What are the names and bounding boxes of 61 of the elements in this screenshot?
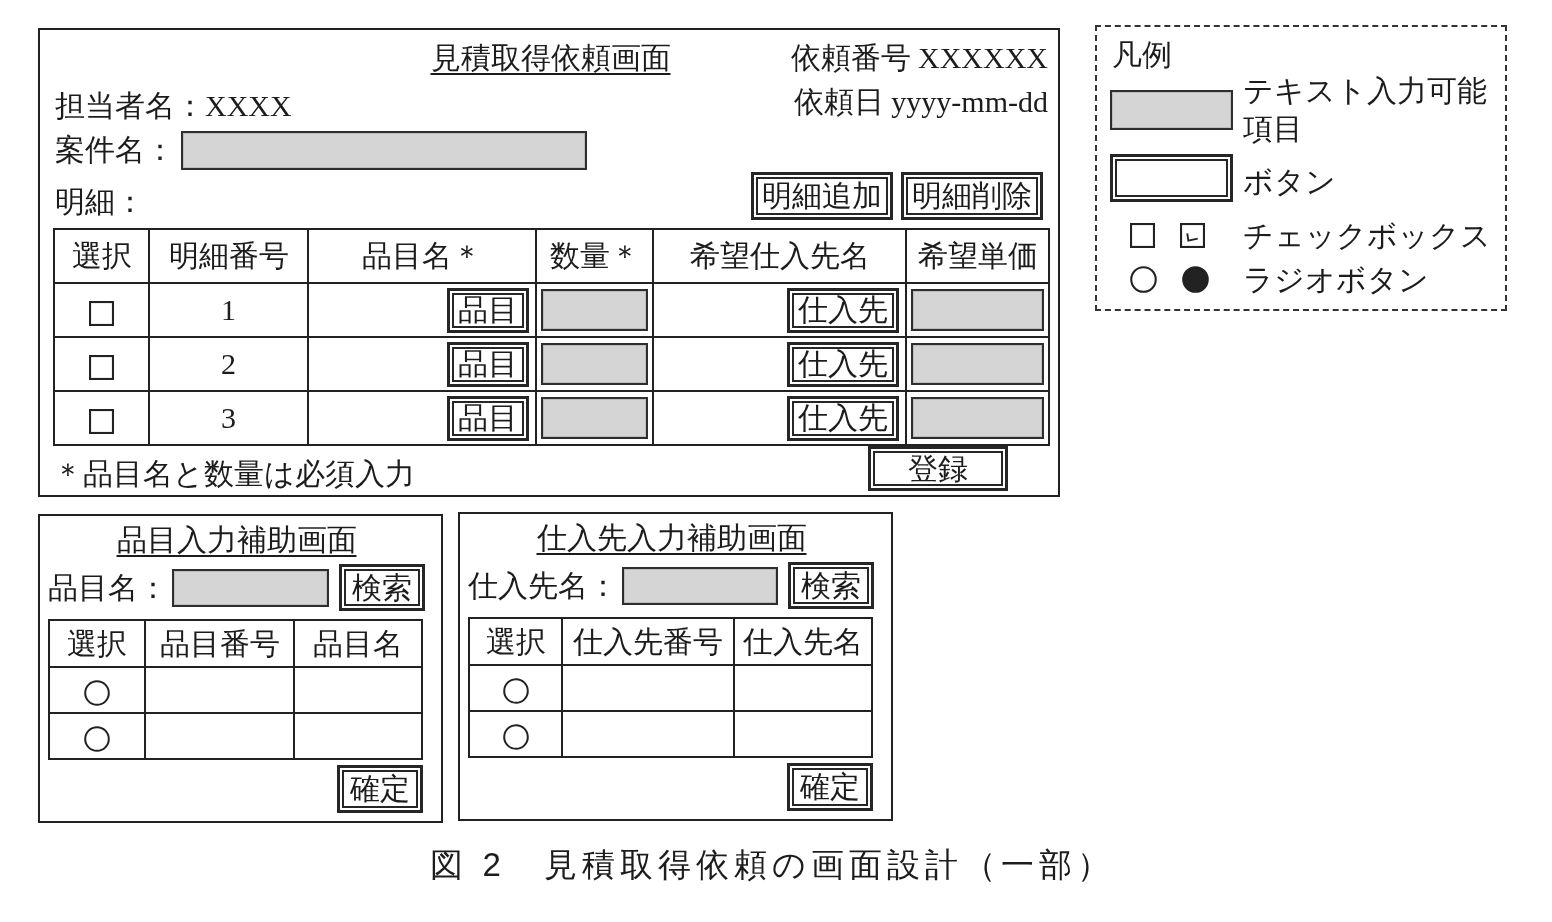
search-field[interactable] bbox=[622, 566, 778, 605]
legend-label: チェックボックス bbox=[1243, 217, 1492, 254]
column-header: 選択 bbox=[49, 620, 145, 667]
add-detail-button[interactable]: 明細追加 bbox=[751, 172, 893, 220]
lookup-button[interactable]: 品目 bbox=[447, 341, 529, 387]
lookup-button[interactable]: 仕入先 bbox=[787, 287, 899, 333]
column-header: 品目名＊ bbox=[308, 229, 536, 283]
screen-title: 見積取得依頼画面 bbox=[430, 40, 671, 76]
case-name-label: 案件名： bbox=[55, 132, 175, 169]
confirm-button[interactable]: 確定 bbox=[787, 763, 873, 811]
table-cell: 1 bbox=[149, 283, 308, 337]
dialog-title: 品目入力補助画面 bbox=[116, 523, 357, 556]
lookup-button[interactable]: 品目 bbox=[447, 287, 529, 333]
search-button[interactable]: 検索 bbox=[339, 564, 425, 611]
legend-label: ボタン bbox=[1243, 164, 1337, 201]
radio-button[interactable] bbox=[502, 724, 529, 751]
column-header: 選択 bbox=[54, 229, 149, 283]
column-header: 仕入先名 bbox=[734, 618, 872, 665]
lookup-button[interactable]: 品目 bbox=[447, 395, 529, 441]
radio-button[interactable] bbox=[84, 726, 110, 753]
checkbox[interactable] bbox=[89, 408, 114, 434]
radio-button[interactable] bbox=[84, 680, 110, 707]
table-input-field[interactable] bbox=[541, 397, 648, 439]
table-input-field[interactable] bbox=[911, 397, 1044, 439]
column-header: 品目名 bbox=[294, 620, 422, 667]
lookup-button[interactable]: 仕入先 bbox=[787, 395, 899, 441]
delete-detail-button[interactable]: 明細削除 bbox=[901, 172, 1043, 220]
legend-label: ラジオボタン bbox=[1243, 261, 1430, 298]
request-number-text: 依頼番号 XXXXXX bbox=[790, 40, 1048, 77]
table-input-field[interactable] bbox=[911, 289, 1044, 331]
radio-button[interactable] bbox=[502, 678, 529, 705]
column-header: 数量＊ bbox=[536, 229, 653, 283]
table-input-field[interactable] bbox=[911, 343, 1044, 385]
table-cell: 3 bbox=[149, 391, 308, 445]
details-label: 明細： bbox=[55, 184, 145, 220]
column-header: 明細番号 bbox=[149, 229, 308, 283]
column-header: 希望単価 bbox=[906, 229, 1049, 283]
column-header: 選択 bbox=[469, 618, 562, 665]
lookup-button[interactable]: 仕入先 bbox=[787, 341, 899, 387]
legend-label: テキスト入力可能項目 bbox=[1243, 73, 1488, 147]
figure-caption: 図 2 見積取得依頼の画面設計（一部） bbox=[430, 845, 1115, 885]
checkbox[interactable] bbox=[89, 354, 114, 380]
column-header: 品目番号 bbox=[145, 620, 294, 667]
person-in-charge-text: 担当者名：XXXX bbox=[54, 88, 292, 124]
column-header: 仕入先番号 bbox=[562, 618, 734, 665]
request-date-text: 依頼日 yyyy-mm-dd bbox=[793, 84, 1048, 120]
search-field[interactable] bbox=[172, 568, 329, 607]
required-note: ＊品目名と数量は必須入力 bbox=[53, 456, 415, 492]
search-label: 仕入先名： bbox=[468, 567, 618, 604]
search-button[interactable]: 検索 bbox=[788, 562, 874, 609]
checkbox[interactable] bbox=[89, 300, 114, 326]
register-button[interactable]: 登録 bbox=[868, 446, 1008, 491]
table-cell: 2 bbox=[149, 337, 308, 391]
confirm-button[interactable]: 確定 bbox=[337, 765, 423, 813]
case-name-field[interactable] bbox=[181, 130, 587, 170]
column-header: 希望仕入先名 bbox=[653, 229, 906, 283]
search-label: 品目名： bbox=[48, 569, 168, 606]
legend-title: 凡例 bbox=[1112, 38, 1172, 71]
table-input-field[interactable] bbox=[541, 343, 648, 385]
dialog-title: 仕入先入力補助画面 bbox=[536, 521, 807, 554]
table-input-field[interactable] bbox=[541, 289, 648, 331]
